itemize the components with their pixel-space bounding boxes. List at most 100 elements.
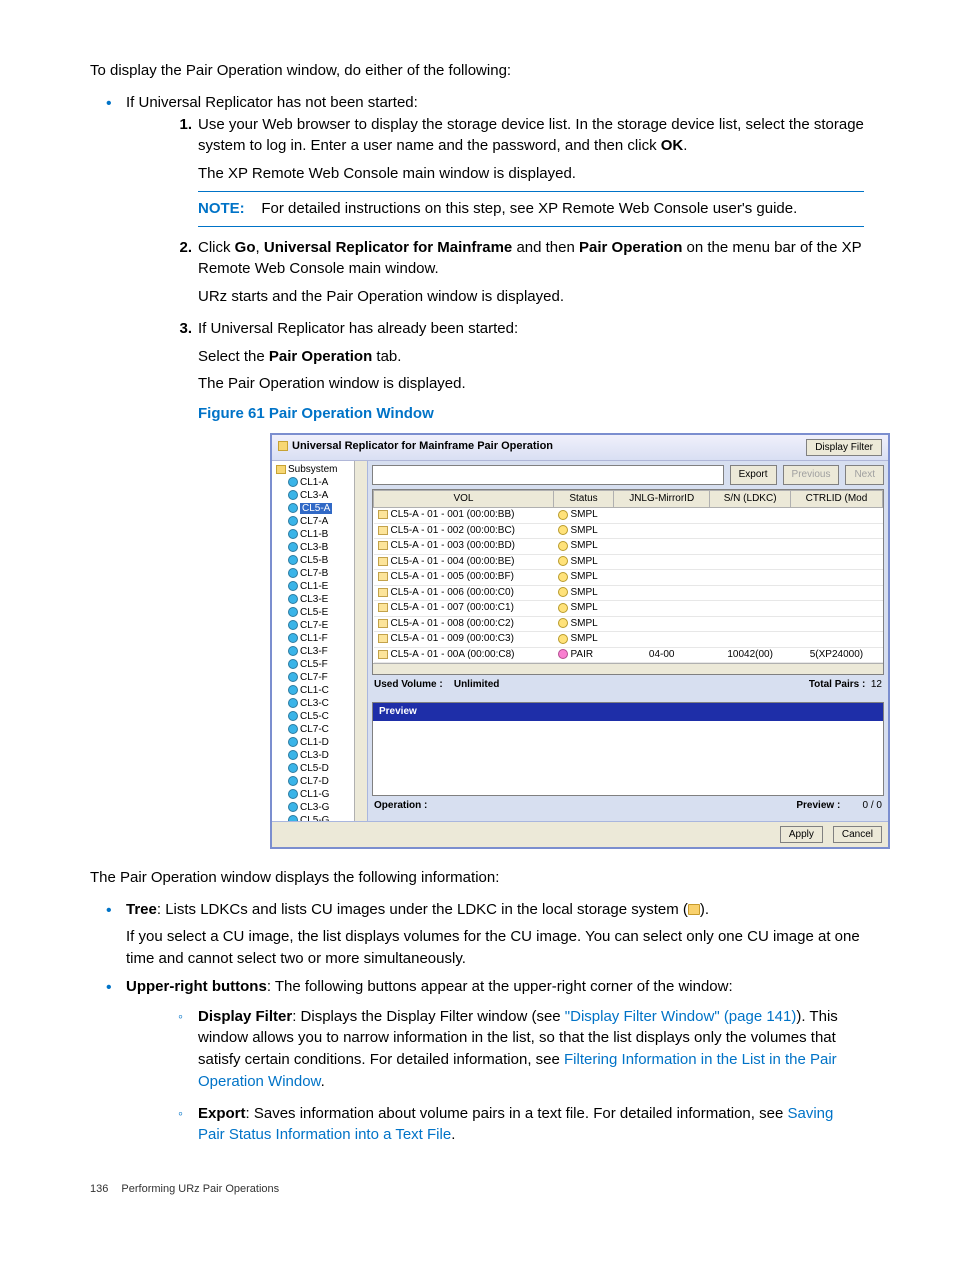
page-footer: 136 Performing URz Pair Operations [90,1182,864,1198]
table-row[interactable]: CL5-A - 01 - 00A (00:00:C8)PAIR04-001004… [374,647,883,663]
table-row[interactable]: CL5-A - 01 - 001 (00:00:BB)SMPL [374,508,883,524]
volume-icon [378,588,388,597]
col-sn[interactable]: S/N (LDKC) [710,490,791,508]
tree-text2: ). [700,901,709,918]
step-2: Click Go, Universal Replicator for Mainf… [198,237,864,308]
table-row[interactable]: CL5-A - 01 - 003 (00:00:BD)SMPL [374,539,883,555]
cancel-button[interactable]: Cancel [833,826,882,843]
port-icon [288,581,298,591]
data-cell [710,632,791,648]
col-jnlg[interactable]: JNLG-MirrorID [614,490,710,508]
page-number: 136 [90,1182,108,1198]
status-cell: SMPL [571,618,598,629]
tree-paragraph: If you select a CU image, the list displ… [126,926,864,970]
tree-item-label: CL1-D [300,737,329,748]
table-row[interactable]: CL5-A - 01 - 007 (00:00:C1)SMPL [374,601,883,617]
tree-item-label: CL3-F [300,646,328,657]
data-cell [614,632,710,648]
tree-label-bold: Tree [126,901,157,918]
data-cell [790,632,882,648]
preview-label: Preview : [796,800,840,811]
volume-icon [378,650,388,659]
table-row[interactable]: CL5-A - 01 - 008 (00:00:C2)SMPL [374,616,883,632]
data-cell [614,570,710,586]
step-1: Use your Web browser to display the stor… [198,114,864,227]
step2-c: and then [512,239,579,256]
table-row[interactable]: CL5-A - 01 - 009 (00:00:C3)SMPL [374,632,883,648]
tree-item-label: CL1-C [300,685,329,696]
data-cell: 5(XP24000) [790,647,882,663]
tree-item-label: CL1-G [300,789,329,800]
tree-item-label: CL3-C [300,698,329,709]
port-icon [288,594,298,604]
vol-cell: CL5-A - 01 - 005 (00:00:BF) [391,571,514,582]
tree-pane[interactable]: Subsystem CL1-ACL3-ACL5-ACL7-ACL1-BCL3-B… [272,461,368,821]
volume-table[interactable]: VOL Status JNLG-MirrorID S/N (LDKC) CTRL… [373,490,883,664]
df-t3: . [321,1073,325,1090]
step2-b: , [256,239,264,256]
tree-item-label: CL3-E [300,594,328,605]
data-cell: 04-00 [614,647,710,663]
port-icon [288,568,298,578]
table-row[interactable]: CL5-A - 01 - 005 (00:00:BF) SMPL [374,570,883,586]
note-text: For detailed instructions on this step, … [261,200,797,217]
volume-table-wrap: VOL Status JNLG-MirrorID S/N (LDKC) CTRL… [372,489,884,676]
preview-body [373,721,883,795]
data-cell [710,570,791,586]
tree-scrollbar[interactable] [354,461,367,821]
table-row[interactable]: CL5-A - 01 - 006 (00:00:C0)SMPL [374,585,883,601]
table-row[interactable]: CL5-A - 01 - 004 (00:00:BE)SMPL [374,554,883,570]
h-scrollbar[interactable] [373,663,883,674]
ex-bold: Export [198,1105,246,1122]
data-cell [790,508,882,524]
data-cell [614,554,710,570]
apply-button[interactable]: Apply [780,826,823,843]
used-volume-label: Used Volume : [374,679,443,690]
port-icon [288,503,298,513]
next-button: Next [845,465,884,485]
window-title: Universal Replicator for Mainframe Pair … [278,439,553,455]
status-cell: SMPL [571,556,598,567]
col-ctrl[interactable]: CTRLID (Mod [790,490,882,508]
table-row[interactable]: CL5-A - 01 - 002 (00:00:BC)SMPL [374,523,883,539]
df-link1[interactable]: "Display Filter Window" (page 141) [565,1008,797,1025]
figure-caption: Figure 61 Pair Operation Window [198,403,864,425]
port-icon [288,698,298,708]
col-vol[interactable]: VOL [374,490,554,508]
port-icon [288,802,298,812]
data-cell [614,539,710,555]
cu-icon [688,904,700,915]
status-cell: PAIR [571,649,594,660]
tree-text: : Lists LDKCs and lists CU images under … [157,901,688,918]
port-icon [288,620,298,630]
port-icon [288,750,298,760]
ex-t1: : Saves information about volume pairs i… [246,1105,788,1122]
display-filter-button[interactable]: Display Filter [806,439,882,456]
tree-item-label: CL3-A [300,490,328,501]
col-status[interactable]: Status [554,490,614,508]
go-bold: Go [235,239,256,256]
status-icon [558,634,568,644]
tree-item-label: CL5-G [300,815,329,821]
tree-item-label: CL7-D [300,776,329,787]
data-cell [710,601,791,617]
status-cell: SMPL [571,509,598,520]
port-icon [288,711,298,721]
status-cell: SMPL [571,571,598,582]
bullet-not-started: If Universal Replicator has not been sta… [126,92,864,849]
data-cell [710,585,791,601]
status-icon [558,525,568,535]
status-icon [558,618,568,628]
export-button[interactable]: Export [730,465,777,485]
port-icon [288,516,298,526]
data-cell [614,585,710,601]
preview-header: Preview [373,703,883,722]
step3-a: If Universal Replicator has already been… [198,318,864,340]
step3-b-c: tab. [372,348,401,365]
port-icon [288,763,298,773]
bullet-upper-right: Upper-right buttons: The following butto… [126,976,864,1146]
status-icon [558,603,568,613]
step2-e: URz starts and the Pair Operation window… [198,286,864,308]
bullet-tree: Tree: Lists LDKCs and lists CU images un… [126,899,864,970]
sub-export: Export: Saves information about volume p… [198,1103,864,1147]
